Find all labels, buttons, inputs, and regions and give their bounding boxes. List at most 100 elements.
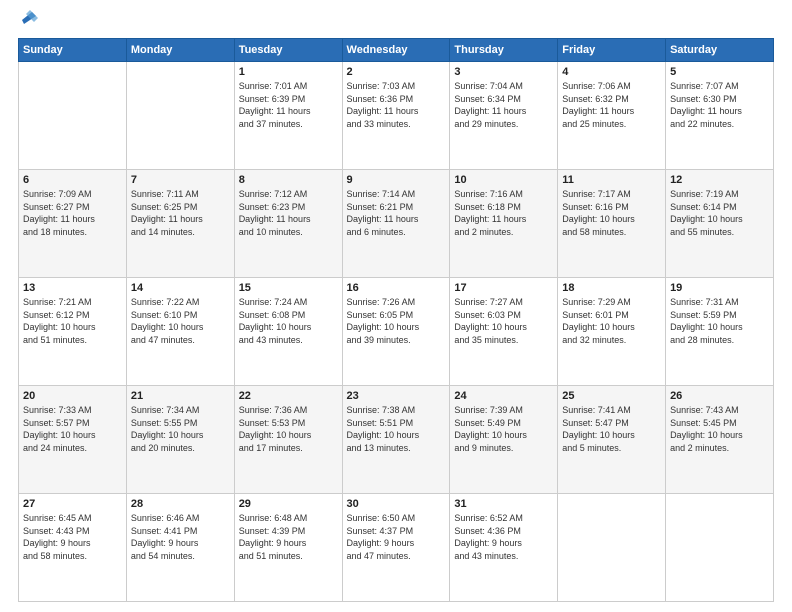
calendar-cell: 12 Sunrise: 7:19 AM Sunset: 6:14 PM Dayli…	[666, 170, 774, 278]
weekday-header-monday: Monday	[126, 39, 234, 62]
weekday-header-tuesday: Tuesday	[234, 39, 342, 62]
day-info: Sunrise: 7:06 AM Sunset: 6:32 PM Dayligh…	[562, 80, 661, 130]
day-info: Sunrise: 7:19 AM Sunset: 6:14 PM Dayligh…	[670, 188, 769, 238]
day-number: 14	[131, 282, 230, 294]
day-info: Sunrise: 7:43 AM Sunset: 5:45 PM Dayligh…	[670, 404, 769, 454]
calendar-cell: 5 Sunrise: 7:07 AM Sunset: 6:30 PM Daylig…	[666, 62, 774, 170]
day-number: 19	[670, 282, 769, 294]
calendar-table: SundayMondayTuesdayWednesdayThursdayFrid…	[18, 38, 774, 602]
weekday-header-sunday: Sunday	[19, 39, 127, 62]
day-info: Sunrise: 7:33 AM Sunset: 5:57 PM Dayligh…	[23, 404, 122, 454]
day-number: 8	[239, 174, 338, 186]
day-info: Sunrise: 7:41 AM Sunset: 5:47 PM Dayligh…	[562, 404, 661, 454]
logo	[18, 18, 40, 28]
day-info: Sunrise: 7:01 AM Sunset: 6:39 PM Dayligh…	[239, 80, 338, 130]
day-info: Sunrise: 7:12 AM Sunset: 6:23 PM Dayligh…	[239, 188, 338, 238]
calendar-cell: 15 Sunrise: 7:24 AM Sunset: 6:08 PM Dayli…	[234, 278, 342, 386]
calendar-cell	[666, 494, 774, 602]
calendar-cell: 18Sunrise: 7:29 AM Sunset: 6:01 PM Dayli…	[558, 278, 666, 386]
calendar-cell: 25 Sunrise: 7:41 AM Sunset: 5:47 PM Dayli…	[558, 386, 666, 494]
day-info: Sunrise: 7:27 AM Sunset: 6:03 PM Dayligh…	[454, 296, 553, 346]
day-info: Sunrise: 7:21 AM Sunset: 6:12 PM Dayligh…	[23, 296, 122, 346]
day-number: 5	[670, 66, 769, 78]
calendar-cell: 8 Sunrise: 7:12 AM Sunset: 6:23 PM Daylig…	[234, 170, 342, 278]
day-number: 2	[347, 66, 446, 78]
day-number: 24	[454, 390, 553, 402]
day-number: 4	[562, 66, 661, 78]
day-number: 27	[23, 498, 122, 510]
day-number: 7	[131, 174, 230, 186]
calendar-cell: 19 Sunrise: 7:31 AM Sunset: 5:59 PM Dayli…	[666, 278, 774, 386]
calendar-cell: 20 Sunrise: 7:33 AM Sunset: 5:57 PM Dayli…	[19, 386, 127, 494]
weekday-header-friday: Friday	[558, 39, 666, 62]
day-info: Sunrise: 6:50 AM Sunset: 4:37 PM Dayligh…	[347, 512, 446, 562]
day-number: 13	[23, 282, 122, 294]
day-info: Sunrise: 7:31 AM Sunset: 5:59 PM Dayligh…	[670, 296, 769, 346]
day-info: Sunrise: 7:09 AM Sunset: 6:27 PM Dayligh…	[23, 188, 122, 238]
day-number: 3	[454, 66, 553, 78]
calendar-cell: 30Sunrise: 6:50 AM Sunset: 4:37 PM Dayli…	[342, 494, 450, 602]
calendar-cell: 28 Sunrise: 6:46 AM Sunset: 4:41 PM Dayli…	[126, 494, 234, 602]
day-number: 31	[454, 498, 553, 510]
calendar-cell: 22Sunrise: 7:36 AM Sunset: 5:53 PM Dayli…	[234, 386, 342, 494]
calendar-cell: 31Sunrise: 6:52 AM Sunset: 4:36 PM Dayli…	[450, 494, 558, 602]
day-number: 25	[562, 390, 661, 402]
day-info: Sunrise: 7:38 AM Sunset: 5:51 PM Dayligh…	[347, 404, 446, 454]
week-row-4: 27 Sunrise: 6:45 AM Sunset: 4:43 PM Dayli…	[19, 494, 774, 602]
day-number: 12	[670, 174, 769, 186]
header	[18, 18, 774, 28]
week-row-1: 6Sunrise: 7:09 AM Sunset: 6:27 PM Daylig…	[19, 170, 774, 278]
day-info: Sunrise: 6:45 AM Sunset: 4:43 PM Dayligh…	[23, 512, 122, 562]
calendar-cell: 26 Sunrise: 7:43 AM Sunset: 5:45 PM Dayli…	[666, 386, 774, 494]
day-info: Sunrise: 7:17 AM Sunset: 6:16 PM Dayligh…	[562, 188, 661, 238]
calendar-cell: 17 Sunrise: 7:27 AM Sunset: 6:03 PM Dayli…	[450, 278, 558, 386]
week-row-2: 13 Sunrise: 7:21 AM Sunset: 6:12 PM Dayli…	[19, 278, 774, 386]
weekday-header-wednesday: Wednesday	[342, 39, 450, 62]
weekday-header-row: SundayMondayTuesdayWednesdayThursdayFrid…	[19, 39, 774, 62]
day-info: Sunrise: 6:46 AM Sunset: 4:41 PM Dayligh…	[131, 512, 230, 562]
week-row-3: 20 Sunrise: 7:33 AM Sunset: 5:57 PM Dayli…	[19, 386, 774, 494]
calendar-cell: 29Sunrise: 6:48 AM Sunset: 4:39 PM Dayli…	[234, 494, 342, 602]
weekday-header-saturday: Saturday	[666, 39, 774, 62]
day-info: Sunrise: 7:07 AM Sunset: 6:30 PM Dayligh…	[670, 80, 769, 130]
day-info: Sunrise: 7:14 AM Sunset: 6:21 PM Dayligh…	[347, 188, 446, 238]
day-number: 10	[454, 174, 553, 186]
calendar-cell: 10 Sunrise: 7:16 AM Sunset: 6:18 PM Dayli…	[450, 170, 558, 278]
calendar-cell: 1 Sunrise: 7:01 AM Sunset: 6:39 PM Daylig…	[234, 62, 342, 170]
calendar-cell: 4 Sunrise: 7:06 AM Sunset: 6:32 PM Daylig…	[558, 62, 666, 170]
day-info: Sunrise: 7:24 AM Sunset: 6:08 PM Dayligh…	[239, 296, 338, 346]
day-info: Sunrise: 7:16 AM Sunset: 6:18 PM Dayligh…	[454, 188, 553, 238]
day-number: 26	[670, 390, 769, 402]
calendar-cell: 11 Sunrise: 7:17 AM Sunset: 6:16 PM Dayli…	[558, 170, 666, 278]
day-info: Sunrise: 7:39 AM Sunset: 5:49 PM Dayligh…	[454, 404, 553, 454]
day-number: 9	[347, 174, 446, 186]
day-number: 16	[347, 282, 446, 294]
calendar-cell	[126, 62, 234, 170]
day-number: 15	[239, 282, 338, 294]
calendar-cell: 24 Sunrise: 7:39 AM Sunset: 5:49 PM Dayli…	[450, 386, 558, 494]
day-number: 17	[454, 282, 553, 294]
day-info: Sunrise: 6:48 AM Sunset: 4:39 PM Dayligh…	[239, 512, 338, 562]
day-info: Sunrise: 7:22 AM Sunset: 6:10 PM Dayligh…	[131, 296, 230, 346]
calendar-cell: 21Sunrise: 7:34 AM Sunset: 5:55 PM Dayli…	[126, 386, 234, 494]
calendar-cell: 3 Sunrise: 7:04 AM Sunset: 6:34 PM Daylig…	[450, 62, 558, 170]
page: SundayMondayTuesdayWednesdayThursdayFrid…	[0, 0, 792, 612]
day-info: Sunrise: 7:11 AM Sunset: 6:25 PM Dayligh…	[131, 188, 230, 238]
week-row-0: 1 Sunrise: 7:01 AM Sunset: 6:39 PM Daylig…	[19, 62, 774, 170]
day-number: 23	[347, 390, 446, 402]
day-info: Sunrise: 7:36 AM Sunset: 5:53 PM Dayligh…	[239, 404, 338, 454]
calendar-cell: 23 Sunrise: 7:38 AM Sunset: 5:51 PM Dayli…	[342, 386, 450, 494]
day-number: 1	[239, 66, 338, 78]
calendar-cell	[19, 62, 127, 170]
calendar-cell	[558, 494, 666, 602]
day-info: Sunrise: 7:34 AM Sunset: 5:55 PM Dayligh…	[131, 404, 230, 454]
day-number: 28	[131, 498, 230, 510]
day-number: 20	[23, 390, 122, 402]
day-info: Sunrise: 7:29 AM Sunset: 6:01 PM Dayligh…	[562, 296, 661, 346]
calendar-cell: 7 Sunrise: 7:11 AM Sunset: 6:25 PM Daylig…	[126, 170, 234, 278]
day-info: Sunrise: 7:04 AM Sunset: 6:34 PM Dayligh…	[454, 80, 553, 130]
calendar-cell: 27 Sunrise: 6:45 AM Sunset: 4:43 PM Dayli…	[19, 494, 127, 602]
day-number: 11	[562, 174, 661, 186]
day-info: Sunrise: 7:26 AM Sunset: 6:05 PM Dayligh…	[347, 296, 446, 346]
weekday-header-thursday: Thursday	[450, 39, 558, 62]
